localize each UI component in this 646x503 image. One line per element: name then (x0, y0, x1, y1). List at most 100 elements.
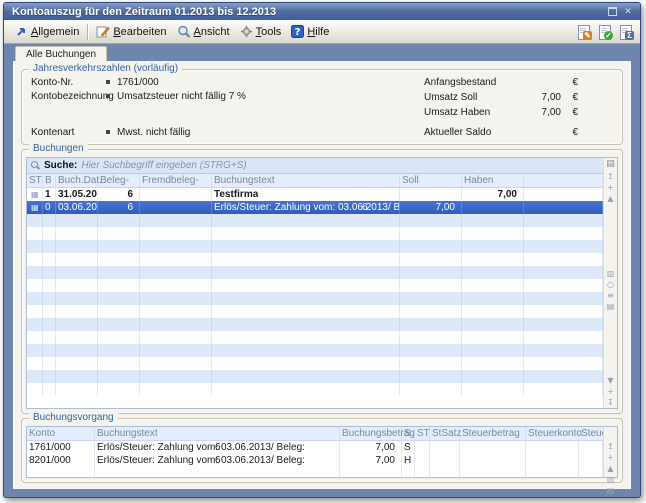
empty-row[interactable] (27, 292, 603, 305)
add-row-icon[interactable]: + (607, 182, 614, 193)
empty-row[interactable] (27, 370, 603, 383)
bullet-icon (106, 130, 110, 134)
empty-cell (56, 240, 98, 253)
columns-icon[interactable]: ▥ (607, 474, 615, 485)
fremdbeleg-cell (140, 188, 212, 201)
summary-right-row: Aktueller Saldo€ (424, 127, 578, 138)
scroll-to-bottom-icon[interactable]: ↧ (607, 397, 614, 408)
columns-icon[interactable]: ▥ (607, 268, 615, 279)
empty-cell (462, 240, 524, 253)
empty-cell (212, 357, 400, 370)
empty-cell (43, 214, 56, 227)
scroll-to-top-icon[interactable]: ↥ (607, 171, 614, 182)
empty-cell (462, 214, 524, 227)
bookings-table-header: STBBuch.Dat.Beleg-Nr.Fremdbeleg-Nr.Buchu… (27, 174, 603, 188)
empty-cell (462, 331, 524, 344)
date-cell: 31.05.2013 (56, 188, 98, 201)
empty-cell (27, 279, 43, 292)
empty-cell (526, 474, 579, 477)
empty-cell (212, 227, 400, 240)
report-document-icon[interactable]: ✎ (575, 24, 592, 40)
empty-cell (212, 279, 400, 292)
empty-cell (462, 318, 524, 331)
menu-ansicht[interactable]: Ansicht (172, 23, 235, 40)
field-label: Kontenart (31, 127, 74, 138)
konto-cell: 1761/000 (27, 441, 95, 454)
empty-cell (140, 279, 212, 292)
empty-cell (43, 279, 56, 292)
scroll-up-icon[interactable]: ▲ (607, 463, 613, 474)
empty-cell (212, 318, 400, 331)
empty-row[interactable] (27, 474, 603, 477)
menu-hilfe[interactable]: ? Hilfe (286, 23, 334, 40)
empty-cell (462, 357, 524, 370)
empty-row[interactable] (27, 240, 603, 253)
view-icon (177, 25, 191, 38)
add-row-icon[interactable]: + (607, 386, 614, 397)
steuerkonto1-cell (526, 441, 579, 454)
empty-row[interactable] (27, 214, 603, 227)
empty-cell (56, 357, 98, 370)
list-icon[interactable]: ≡ (607, 290, 614, 301)
empty-cell (43, 331, 56, 344)
empty-row[interactable] (27, 344, 603, 357)
add-row-icon[interactable]: + (607, 452, 614, 463)
transaction-group: Buchungsvorgang KontoBuchungstextBuchung… (21, 418, 623, 483)
empty-row[interactable] (27, 227, 603, 240)
app-window: Kontoauszug für den Zeitraum 01.2013 bis… (3, 2, 641, 498)
empty-cell (400, 227, 462, 240)
booking-row[interactable]: ▦003.06.20136Erlös/Steuer: Zahlung vom: … (27, 201, 603, 214)
filter-icon[interactable]: ▤ (607, 301, 615, 312)
empty-cell (98, 253, 140, 266)
scroll-up-icon[interactable]: ▲ (607, 193, 613, 204)
empty-cell (524, 214, 603, 227)
empty-cell (212, 344, 400, 357)
scroll-down-icon[interactable]: ▼ (607, 496, 613, 498)
stsatz-cell (430, 441, 460, 454)
field-value: 1761/000 (106, 77, 159, 88)
currency-symbol: € (566, 92, 578, 103)
filter-icon[interactable]: ▤ (607, 485, 615, 496)
empty-cell (27, 292, 43, 305)
transaction-table: KontoBuchungstextBuchungsbetragSSTStSatz… (26, 426, 618, 478)
empty-cell (98, 370, 140, 383)
empty-cell (212, 253, 400, 266)
empty-row[interactable] (27, 357, 603, 370)
document-check-icon[interactable]: ✓ (596, 24, 613, 40)
booking-row[interactable]: ▦131.05.20136Testfirma7,00 (27, 188, 603, 201)
empty-cell (400, 331, 462, 344)
tab-alle-buchungen[interactable]: Alle Buchungen (15, 46, 107, 61)
empty-row[interactable] (27, 266, 603, 279)
empty-cell (56, 214, 98, 227)
transaction-table-body: 1761/000Erlös/Steuer: Zahlung vom: 03.06… (27, 441, 603, 477)
menu-bearbeiten[interactable]: Bearbeiten (91, 23, 171, 40)
transaction-side-strip: ↥ + ▲ ▥ ▤ ▼ (603, 427, 617, 477)
empty-row[interactable] (27, 305, 603, 318)
empty-cell (462, 266, 524, 279)
empty-cell (400, 370, 462, 383)
empty-row[interactable] (27, 383, 603, 396)
menu-tools[interactable]: Tools (235, 23, 287, 40)
empty-cell (212, 266, 400, 279)
empty-row[interactable] (27, 331, 603, 344)
document-sum-icon[interactable]: Σ (617, 24, 634, 40)
empty-cell (340, 474, 402, 477)
bookings-search-bar[interactable]: Suche: Hier Suchbegriff eingeben (STRG+S… (27, 158, 603, 174)
empty-cell (212, 240, 400, 253)
scroll-to-top-icon[interactable]: ↥ (607, 441, 614, 452)
copy-grid-icon[interactable]: ▤ (606, 158, 615, 171)
menu-allgemein[interactable]: Allgemein (10, 23, 84, 40)
empty-row[interactable] (27, 253, 603, 266)
close-button[interactable]: ✕ (621, 5, 635, 18)
search-rows-icon[interactable]: ○ (607, 279, 614, 290)
transaction-row[interactable]: 8201/000Erlös/Steuer: Zahlung vom: 03.06… (27, 454, 603, 467)
transaction-row[interactable]: 1761/000Erlös/Steuer: Zahlung vom: 03.06… (27, 441, 603, 454)
extra-cell (524, 188, 603, 201)
empty-row[interactable] (27, 279, 603, 292)
empty-cell (43, 370, 56, 383)
empty-row[interactable] (27, 318, 603, 331)
steuerkonto1-cell (526, 454, 579, 467)
restore-button[interactable] (605, 5, 619, 18)
haben-cell: 7,00 (462, 188, 524, 201)
scroll-down-icon[interactable]: ▼ (607, 375, 613, 386)
